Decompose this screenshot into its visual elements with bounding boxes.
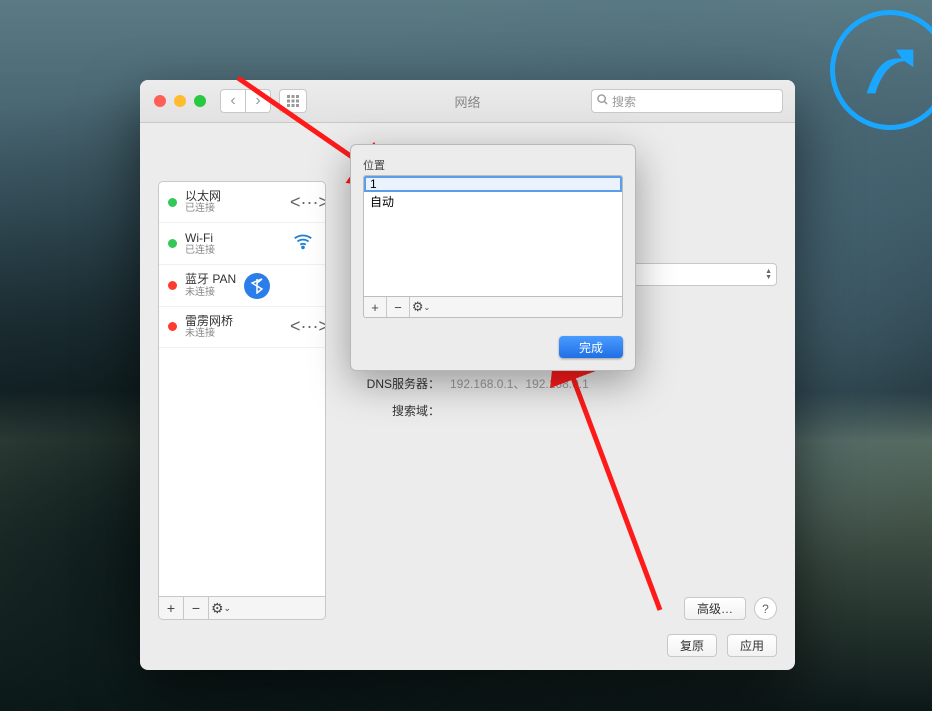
search-icon	[597, 94, 608, 108]
show-all-button[interactable]	[279, 89, 307, 113]
forward-button[interactable]: ›	[246, 89, 271, 113]
apply-button[interactable]: 应用	[727, 634, 777, 657]
ethernet-icon: <···>	[290, 192, 316, 213]
status-dot-icon	[168, 239, 177, 248]
minimize-icon[interactable]	[174, 95, 186, 107]
done-button[interactable]: 完成	[559, 336, 623, 358]
search-input[interactable]: 搜索	[591, 89, 783, 113]
gear-icon: ⚙︎	[412, 299, 424, 315]
help-button[interactable]: ?	[754, 597, 777, 620]
sidebar-toolbar: + − ⚙︎⌄	[158, 597, 326, 620]
service-actions-button[interactable]: ⚙︎⌄	[209, 597, 233, 619]
location-popover: 位置 1 自动 + − ⚙︎⌄ 完成	[350, 144, 636, 371]
wifi-icon	[290, 230, 316, 257]
revert-label: 复原	[680, 637, 704, 654]
advanced-label: 高级…	[697, 600, 733, 617]
location-list[interactable]: 1 自动	[363, 175, 623, 297]
window-controls	[154, 95, 206, 107]
zoom-icon[interactable]	[194, 95, 206, 107]
search-placeholder: 搜索	[612, 93, 636, 110]
service-item-ethernet[interactable]: 以太网已连接 <···>	[159, 182, 325, 223]
revert-button[interactable]: 复原	[667, 634, 717, 657]
service-item-wifi[interactable]: Wi-Fi已连接	[159, 223, 325, 265]
titlebar: ‹ › 网络 搜索	[140, 80, 795, 123]
location-name-input[interactable]: 1	[370, 177, 377, 191]
chevron-down-icon: ⌄	[224, 603, 232, 614]
service-status: 已连接	[185, 245, 215, 257]
gear-icon: ⚙︎	[211, 600, 224, 617]
service-name: 以太网	[185, 189, 221, 203]
close-icon[interactable]	[154, 95, 166, 107]
advanced-button[interactable]: 高级…	[684, 597, 746, 620]
service-name: Wi-Fi	[185, 231, 215, 245]
status-dot-icon	[168, 198, 177, 207]
add-service-button[interactable]: +	[159, 597, 184, 619]
service-name: 蓝牙 PAN	[185, 272, 236, 286]
service-status: 未连接	[185, 328, 233, 340]
bluetooth-icon	[244, 273, 270, 299]
grid-icon	[287, 95, 299, 107]
system-preferences-window: ‹ › 网络 搜索 位 以太网已连接 <···>	[140, 80, 795, 670]
apply-label: 应用	[740, 637, 764, 654]
watermark-icon	[830, 10, 932, 130]
location-toolbar: + − ⚙︎⌄	[363, 297, 623, 318]
add-location-button[interactable]: +	[364, 297, 387, 317]
service-name: 雷雳网桥	[185, 314, 233, 328]
location-actions-button[interactable]: ⚙︎⌄	[410, 297, 432, 317]
thunderbolt-bridge-icon: <···>	[290, 316, 316, 337]
location-row[interactable]: 自动	[364, 192, 622, 211]
service-sidebar: 以太网已连接 <···> Wi-Fi已连接 蓝牙 PAN未连接	[158, 181, 326, 620]
status-dot-icon	[168, 281, 177, 290]
location-list-label: 位置	[363, 157, 623, 173]
dns-label: DNS服务器：	[340, 375, 440, 392]
back-button[interactable]: ‹	[220, 89, 246, 113]
dns-value: 192.168.0.1、192.168.0.1	[450, 375, 589, 392]
service-status: 未连接	[185, 287, 236, 299]
status-dot-icon	[168, 322, 177, 331]
chevron-updown-icon: ▲▼	[765, 269, 772, 281]
location-name: 自动	[370, 195, 394, 209]
remove-location-button[interactable]: −	[387, 297, 410, 317]
location-row-editing[interactable]: 1	[364, 176, 622, 192]
service-list[interactable]: 以太网已连接 <···> Wi-Fi已连接 蓝牙 PAN未连接	[158, 181, 326, 597]
done-label: 完成	[579, 339, 603, 356]
service-item-bluetooth[interactable]: 蓝牙 PAN未连接	[159, 265, 325, 306]
service-item-thunderbolt[interactable]: 雷雳网桥未连接 <···>	[159, 307, 325, 348]
remove-service-button[interactable]: −	[184, 597, 209, 619]
chevron-down-icon: ⌄	[423, 303, 430, 312]
bottom-buttons: 复原 应用	[140, 620, 795, 671]
search-domain-label: 搜索域：	[340, 402, 440, 419]
service-status: 已连接	[185, 203, 221, 215]
